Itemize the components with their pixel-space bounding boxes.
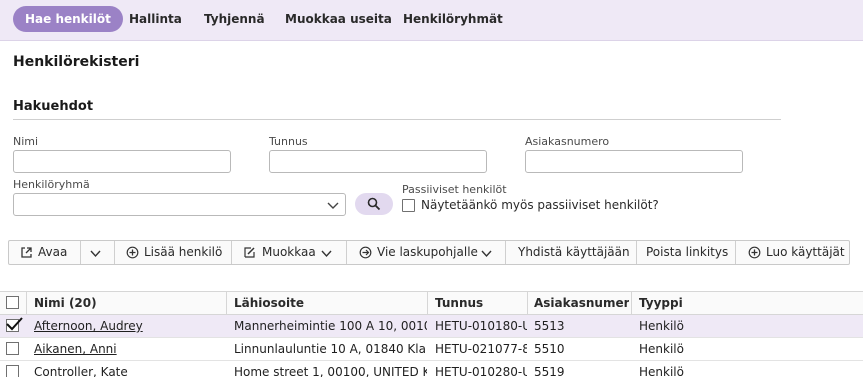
row-customer-number: 5510 xyxy=(534,342,565,356)
separator xyxy=(346,241,347,264)
row-name[interactable]: Controller, Kate xyxy=(34,361,224,377)
add-person-button[interactable]: Lisää henkilö xyxy=(144,241,222,264)
column-divider[interactable] xyxy=(226,292,227,314)
chevron-down-icon xyxy=(327,202,339,209)
remove-links-button[interactable]: Poista linkitys xyxy=(646,241,728,264)
divider xyxy=(13,119,781,120)
row-address: Home street 1, 00100, UNITED KINGDOM xyxy=(234,365,427,377)
row-id: HETU-010180-UUUU xyxy=(435,319,527,333)
nav-person-groups[interactable]: Henkilöryhmät xyxy=(391,6,515,32)
create-user-button[interactable]: Luo käyttäjät xyxy=(766,241,845,264)
passive-persons-checkbox-label: Näytetäänkö myös passiiviset henkilöt? xyxy=(421,198,659,212)
row-address: Mannerheimintie 100 A 10, 00100 Helsinki xyxy=(234,319,427,333)
column-divider[interactable] xyxy=(26,292,27,314)
customer-number-label: Asiakasnumero xyxy=(525,135,610,148)
id-label: Tunnus xyxy=(269,135,308,148)
row-checkbox[interactable] xyxy=(6,365,19,377)
table-row[interactable]: Aikanen, Anni Linnunlauluntie 10 A, 0184… xyxy=(0,338,863,361)
person-group-label: Henkilöryhmä xyxy=(13,178,90,191)
column-header-type[interactable]: Tyyppi xyxy=(639,292,719,314)
name-label: Nimi xyxy=(13,135,39,148)
column-divider[interactable] xyxy=(631,292,632,314)
chevron-down-icon[interactable] xyxy=(320,247,333,260)
nav-management[interactable]: Hallinta xyxy=(117,6,194,32)
person-group-select[interactable] xyxy=(13,193,346,216)
chevron-down-icon[interactable] xyxy=(89,247,102,260)
row-type: Henkilö xyxy=(639,342,684,356)
column-header-customer-number[interactable]: Asiakasnumero xyxy=(534,292,629,314)
page-title: Henkilörekisteri xyxy=(13,54,140,70)
separator xyxy=(505,241,506,264)
merge-users-button[interactable]: Yhdistä käyttäjään xyxy=(518,241,630,264)
search-criteria-title: Hakuehdot xyxy=(13,99,94,114)
separator xyxy=(735,241,736,264)
checkmark-icon xyxy=(6,317,23,331)
nav-search-persons[interactable]: Hae henkilöt xyxy=(13,6,123,32)
name-input[interactable] xyxy=(13,150,231,173)
id-input[interactable] xyxy=(269,150,487,173)
row-customer-number: 5519 xyxy=(534,365,565,377)
nav-edit-multiple[interactable]: Muokkaa useita xyxy=(273,6,404,32)
separator xyxy=(114,241,115,264)
open-button[interactable]: Avaa xyxy=(38,241,67,264)
row-type: Henkilö xyxy=(639,319,684,333)
export-template-button[interactable]: Vie laskupohjalle xyxy=(377,241,478,264)
column-divider[interactable] xyxy=(527,292,528,314)
row-id: HETU-010280-UUUU xyxy=(435,365,527,377)
row-checkbox[interactable] xyxy=(6,317,23,332)
row-id: HETU-021077-880X xyxy=(435,342,527,356)
search-button[interactable] xyxy=(355,193,393,215)
plus-circle-icon xyxy=(126,246,139,259)
search-icon xyxy=(367,197,381,211)
row-name-link[interactable]: Afternoon, Audrey xyxy=(34,315,224,337)
row-name-link[interactable]: Aikanen, Anni xyxy=(34,338,224,360)
customer-number-input[interactable] xyxy=(525,150,743,173)
table-header: Nimi (20) Lähiosoite Tunnus Asiakasnumer… xyxy=(0,291,863,315)
column-divider[interactable] xyxy=(427,292,428,314)
passive-persons-checkbox[interactable] xyxy=(402,199,415,212)
action-toolbar: Avaa Lisää henkilö Muokkaa Vie laskupohj… xyxy=(8,240,850,265)
nav-clear[interactable]: Tyhjennä xyxy=(192,6,277,32)
arrow-circle-icon xyxy=(359,246,372,259)
top-nav: Hae henkilöt Hallinta Tyhjennä Muokkaa u… xyxy=(0,0,863,41)
passive-persons-label: Passiiviset henkilöt xyxy=(402,183,507,196)
row-address: Linnunlauluntie 10 A, 01840 Klaukkala xyxy=(234,342,427,356)
edit-icon xyxy=(244,247,255,258)
separator xyxy=(636,241,637,264)
column-header-address[interactable]: Lähiosoite xyxy=(234,292,424,314)
row-checkbox[interactable] xyxy=(6,342,19,355)
separator xyxy=(80,241,81,264)
separator xyxy=(231,241,232,264)
open-external-icon xyxy=(21,247,32,258)
select-all-checkbox[interactable] xyxy=(6,296,19,309)
edit-button[interactable]: Muokkaa xyxy=(262,241,316,264)
plus-circle-icon xyxy=(748,246,761,259)
table-row[interactable]: Afternoon, Audrey Mannerheimintie 100 A … xyxy=(0,315,863,338)
table-row[interactable]: Controller, Kate Home street 1, 00100, U… xyxy=(0,361,863,377)
chevron-down-icon[interactable] xyxy=(480,247,493,260)
column-header-name[interactable]: Nimi (20) xyxy=(34,292,224,314)
row-customer-number: 5513 xyxy=(534,319,565,333)
row-type: Henkilö xyxy=(639,365,684,377)
column-header-id[interactable]: Tunnus xyxy=(435,292,525,314)
